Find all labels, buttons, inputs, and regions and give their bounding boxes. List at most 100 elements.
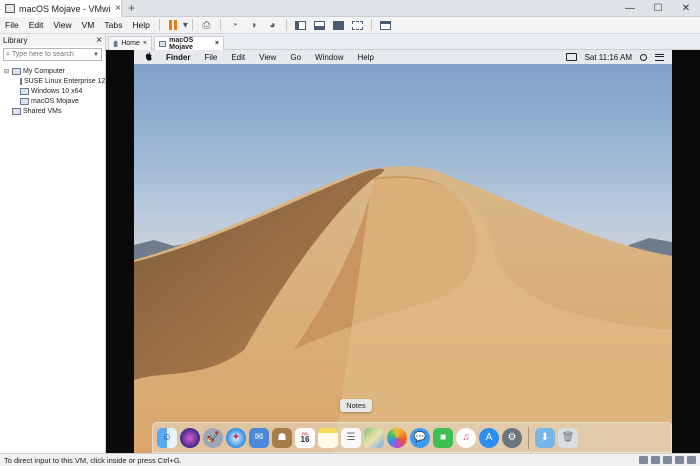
contacts-icon[interactable]: ☗ xyxy=(272,427,292,448)
library-title: Library xyxy=(3,35,28,45)
macos-menu-view[interactable]: View xyxy=(252,53,283,62)
notification-center-icon[interactable] xyxy=(655,53,664,61)
tab-macos-mojave[interactable]: macOS Mojave × xyxy=(154,36,224,51)
calendar-icon[interactable]: JUL 16 xyxy=(295,427,315,448)
thumbnail-bar-button[interactable] xyxy=(312,19,327,32)
app-store-icon[interactable]: A xyxy=(479,427,499,448)
unity-button[interactable] xyxy=(350,19,365,32)
apple-menu-icon[interactable] xyxy=(144,52,153,62)
close-window-button[interactable]: ✕ xyxy=(672,0,700,17)
toolbar-divider xyxy=(158,19,160,31)
menu-toolbar: File Edit View VM Tabs Help ▾ ⎙ ◔ ◑ ◕ xyxy=(0,17,700,34)
toolbar-divider xyxy=(285,19,287,31)
hard-disk-icon[interactable] xyxy=(639,456,648,464)
messages-icon[interactable]: 💬 xyxy=(410,427,430,448)
revert-snapshot-icon[interactable]: ◑ xyxy=(246,19,261,32)
usb-icon[interactable] xyxy=(675,456,684,464)
mail-icon[interactable]: ✉ xyxy=(249,427,269,448)
search-dropdown-icon[interactable]: ▼ xyxy=(93,52,99,58)
tab-home-label: Home xyxy=(121,40,140,47)
snapshot-icon[interactable]: ◔ xyxy=(227,19,242,32)
calendar-day: 16 xyxy=(300,434,310,444)
tree-item-suse[interactable]: SUSE Linux Enterprise 12 xyxy=(0,76,105,86)
menu-tabs[interactable]: Tabs xyxy=(99,20,127,30)
maps-icon[interactable] xyxy=(364,427,384,448)
menu-edit[interactable]: Edit xyxy=(24,20,49,30)
window-controls: — ☐ ✕ xyxy=(616,0,700,17)
macos-menu-help[interactable]: Help xyxy=(350,53,380,62)
macos-menu-finder[interactable]: Finder xyxy=(159,53,197,62)
macos-desktop[interactable]: Finder File Edit View Go Window Help Sat… xyxy=(134,50,672,453)
spotlight-icon[interactable] xyxy=(640,53,647,61)
tab-close-icon[interactable]: × xyxy=(215,40,219,47)
full-screen-button[interactable] xyxy=(331,19,346,32)
vm-console[interactable]: Finder File Edit View Go Window Help Sat… xyxy=(106,50,700,453)
library-search-input[interactable] xyxy=(11,51,82,58)
macos-clock[interactable]: Sat 11:16 AM xyxy=(585,53,632,62)
network-adapter-icon[interactable] xyxy=(663,456,672,464)
tab-macos-label: macOS Mojave xyxy=(169,36,194,51)
show-library-button[interactable] xyxy=(293,19,308,32)
pause-vm-button[interactable] xyxy=(166,19,181,32)
tab-close-icon[interactable]: × xyxy=(143,40,147,47)
launchpad-icon[interactable]: 🚀 xyxy=(203,427,223,448)
airplay-icon[interactable] xyxy=(565,53,577,61)
trash-icon[interactable]: 🗑 xyxy=(558,427,578,448)
menu-file[interactable]: File xyxy=(0,20,24,30)
pause-dropdown-icon[interactable]: ▾ xyxy=(183,20,188,31)
window-tab[interactable]: macOS Mojave - VMwi × xyxy=(0,0,122,17)
cd-dvd-icon[interactable] xyxy=(651,456,660,464)
vm-tab-strip: Home × macOS Mojave × xyxy=(106,34,700,51)
tree-item-label: SUSE Linux Enterprise 12 xyxy=(24,77,106,85)
photos-icon[interactable] xyxy=(387,427,407,448)
macos-menu-file[interactable]: File xyxy=(197,53,224,62)
dock-tooltip: Notes xyxy=(340,399,372,412)
maximize-button[interactable]: ☐ xyxy=(644,0,672,17)
status-text: To direct input to this VM, click inside… xyxy=(4,455,182,465)
home-icon xyxy=(113,40,119,47)
reminders-icon[interactable]: ☰ xyxy=(341,427,361,448)
facetime-icon[interactable]: ■ xyxy=(433,427,453,448)
itunes-icon[interactable]: ♫ xyxy=(456,427,476,448)
tree-item-windows-10[interactable]: Windows 10 x64 xyxy=(0,86,105,96)
safari-icon[interactable]: ✦ xyxy=(226,427,246,448)
vm-icon xyxy=(159,40,167,47)
snapshot-manager-icon[interactable]: ◕ xyxy=(265,19,280,32)
full-screen-icon xyxy=(332,20,344,30)
tree-item-my-computer[interactable]: ⊟ My Computer xyxy=(0,66,105,76)
finder-icon[interactable]: ☺ xyxy=(157,427,177,448)
stretch-icon xyxy=(379,20,391,30)
toolbar-divider xyxy=(219,19,221,31)
tree-item-macos-mojave[interactable]: macOS Mojave xyxy=(0,96,105,106)
menu-help[interactable]: Help xyxy=(127,20,154,30)
macos-menu-go[interactable]: Go xyxy=(283,53,308,62)
system-preferences-icon[interactable]: ⚙ xyxy=(502,427,522,448)
macos-menu-window[interactable]: Window xyxy=(308,53,350,62)
pause-icon xyxy=(168,20,178,30)
downloads-folder-icon[interactable]: ⬇ xyxy=(535,427,555,448)
macos-menu-edit[interactable]: Edit xyxy=(224,53,252,62)
computer-icon xyxy=(12,67,21,75)
library-close-icon[interactable]: × xyxy=(96,35,102,46)
minimize-button[interactable]: — xyxy=(616,0,644,17)
stretch-guest-button[interactable] xyxy=(378,19,393,32)
macos-status-area: Sat 11:16 AM xyxy=(565,53,672,62)
macos-menu-bar: Finder File Edit View Go Window Help Sat… xyxy=(134,50,672,64)
window-title-bar: macOS Mojave - VMwi × + — ☐ ✕ xyxy=(0,0,700,17)
notes-icon[interactable] xyxy=(318,427,338,448)
menu-view[interactable]: View xyxy=(48,20,76,30)
collapse-icon[interactable]: ⊟ xyxy=(3,68,10,75)
library-view-icon xyxy=(294,20,306,30)
sound-card-icon[interactable] xyxy=(687,456,696,464)
window-tab-close-icon[interactable]: × xyxy=(115,3,121,14)
search-icon: ⌕ xyxy=(6,50,10,58)
tree-item-shared-vms[interactable]: Shared VMs xyxy=(0,106,105,116)
siri-icon[interactable] xyxy=(180,427,200,448)
send-ctrl-alt-del-icon[interactable]: ⎙ xyxy=(199,19,214,32)
new-tab-button[interactable]: + xyxy=(128,1,135,15)
menu-vm[interactable]: VM xyxy=(77,20,100,30)
library-search[interactable]: ⌕ ▼ xyxy=(3,48,102,61)
unity-icon xyxy=(351,20,363,30)
tab-home[interactable]: Home × xyxy=(108,36,152,50)
status-bar: To direct input to this VM, click inside… xyxy=(0,453,700,466)
